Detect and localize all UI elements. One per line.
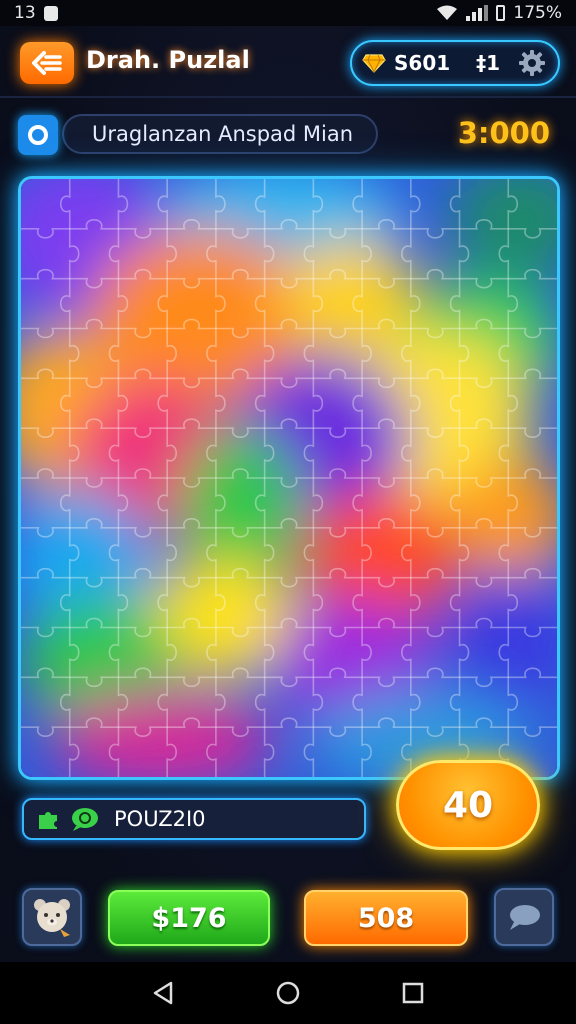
hint-bar[interactable]: POUZ2I0 — [22, 798, 366, 840]
back-arrow-icon — [32, 51, 62, 75]
hint-label: POUZ2I0 — [114, 807, 206, 831]
status-time: 13 — [14, 3, 36, 23]
status-bar: 13 175% — [0, 0, 576, 26]
status-left: 13 — [14, 3, 58, 23]
puzzle-game-screen: 13 175% Drah. Puzlal S601 ‡1 Uraglanzan … — [0, 0, 576, 1024]
bear-avatar-icon — [34, 899, 70, 937]
count-button[interactable]: 508 — [304, 890, 468, 946]
gem-icon — [362, 54, 386, 73]
signal-icon — [466, 5, 489, 21]
battery-level: 175% — [513, 3, 562, 23]
puzzle-piece-icon — [39, 812, 57, 829]
coin-count: S601 — [394, 51, 451, 75]
lives-count: ‡1 — [476, 51, 501, 75]
level-badge-icon[interactable] — [18, 115, 58, 155]
settings-button[interactable] — [516, 47, 548, 79]
countdown-timer: 3:000 — [457, 116, 550, 150]
puzzle-canvas[interactable] — [21, 179, 557, 777]
chat-bubble-icon — [510, 905, 540, 930]
status-right: 175% — [436, 3, 562, 23]
chat-button[interactable] — [494, 888, 554, 946]
game-title: Drah. Puzlal — [86, 46, 250, 74]
avatar-button[interactable] — [22, 888, 82, 946]
wifi-icon — [437, 5, 458, 20]
gear-icon — [519, 50, 545, 76]
level-name-pill[interactable]: Uraglanzan Anspad Mian — [62, 114, 378, 154]
level-name: Uraglanzan Anspad Mian — [92, 122, 354, 146]
triangle-back-icon — [153, 981, 172, 1005]
chat-bubble-green-icon — [72, 808, 98, 831]
back-button[interactable] — [20, 42, 74, 84]
level-ring-icon — [28, 125, 48, 145]
header: Drah. Puzlal S601 ‡1 — [0, 34, 576, 94]
system-nav-bar — [0, 962, 576, 1024]
nav-recents-button[interactable] — [398, 978, 428, 1008]
square-recents-icon — [403, 982, 424, 1004]
header-divider — [0, 96, 576, 98]
stats-pill[interactable]: S601 ‡1 — [350, 40, 560, 86]
score-button[interactable]: 40 — [396, 760, 540, 850]
level-row: Uraglanzan Anspad Mian 3:000 — [18, 112, 558, 158]
battery-icon — [496, 5, 506, 21]
puzzle-board[interactable] — [18, 176, 560, 780]
nav-home-button[interactable] — [273, 978, 303, 1008]
money-button[interactable]: $176 — [108, 890, 270, 946]
notification-icon — [43, 5, 58, 21]
bottom-toolbar: $176 508 — [0, 884, 576, 954]
circle-home-icon — [276, 981, 300, 1005]
nav-back-button[interactable] — [148, 978, 178, 1008]
